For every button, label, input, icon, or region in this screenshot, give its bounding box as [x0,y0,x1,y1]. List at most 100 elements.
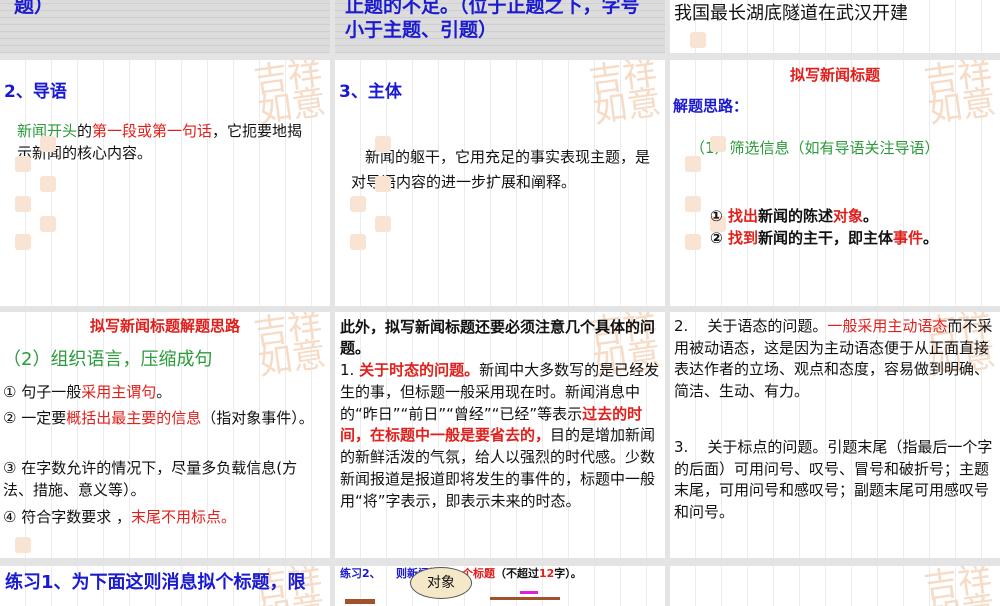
text-segment: 解题思路： [673,97,749,115]
stamp-decoration [15,156,31,172]
text-segment: 3. 关于标点的问题。引题末尾（指最后一个字的后面）可用问号、叹号、冒号和破折号… [674,438,993,522]
text-segment: （2）组织语言，压缩成句 [3,349,213,370]
slide-text: 练习2、 则新闻拟写一个标题（不超过12字）。 [340,566,640,582]
text-segment: 小于主题、引题） [345,19,498,41]
text-segment: 1. [340,361,360,379]
slide-text: 1. 关于时态的问题。新闻中大多数写的是已经发生的事，但标题一般采用现在时。新闻… [340,360,660,513]
slide-heading: 2、导语 [4,81,67,103]
slide-text: 新闻的躯干，它用充足的事实表现主题，是对导语内容的进一步扩展和阐释。 [351,145,659,195]
stamp-decoration [685,234,701,250]
slide-thumbnail-1[interactable]: 题） [0,0,330,53]
text-segment: 。 [922,229,938,247]
text-segment: 新闻的陈述 [757,207,833,225]
slide-list-item: ① 句子一般采用主谓句。 [3,381,323,403]
stamp-decoration [685,156,701,172]
text-segment: ① [710,207,728,225]
stamp-decoration [15,537,31,553]
slide-title: 拟写新闻标题解题思路 [0,315,330,337]
stamp-decoration [40,136,56,152]
text-segment: ② 一定要 [3,409,67,427]
text-segment: 我国最长湖底隧道在武汉开建 [674,3,908,24]
text-segment: 新闻的主干，即主体 [757,229,893,247]
callout-cloud: 对象 [410,567,472,599]
stamp-decoration [710,136,726,152]
slide-thumbnail-9[interactable]: 吉祥 如意 2. 关于语态的问题。一般采用主动语态而不采用被动语态，这是因为主动语… [670,312,1000,558]
slide-list-item: ③ 在字数允许的情况下，尽量多负载信息(方法、措施、意义等）。 [3,457,323,501]
stamp-decoration [685,196,701,212]
slide-list-item: ② 一定要概括出最主要的信息（指对象事件）。 [3,407,323,429]
text-segment: 12 [538,567,555,580]
slide-text: 止题的不足。（位于正题之下，字号 [345,0,640,18]
slide-thumbnail-2[interactable]: 止题的不足。（位于正题之下，字号 小于主题、引题） [335,0,665,53]
text-segment: 采用主谓句 [81,383,157,401]
stamp-decoration [15,234,31,250]
slide-text: （1）筛选信息（如有导语关注导语） [686,137,986,159]
slide-thumbnail-3[interactable]: 我国最长湖底隧道在武汉开建 [670,0,1000,53]
text-segment: 新闻的躯干，它用充足的事实表现主题，是对导语内容的进一步扩展和阐释。 [351,148,651,191]
text-segment: ② [710,229,728,247]
text-segment: ③ 在字数允许的情况下，尽量多负载信息(方法、措施、意义等）。 [3,459,298,499]
text-segment: 题） [14,0,54,17]
slide-text: 小于主题、引题） [345,18,497,42]
slide-thumbnail-6[interactable]: 吉祥 如意 拟写新闻标题 解题思路： （1）筛选信息（如有导语关注导语） ① 找出… [670,60,1000,306]
text-segment: 字）。 [554,567,582,580]
text-segment: 找到 [727,229,758,247]
watermark-logo: 吉祥如意 [586,60,664,132]
slide-heading: 3、主体 [339,81,402,103]
slide-text: 2. 关于语态的问题。一般采用主动语态而不采用被动语态，这是因为主动语态便于从正… [674,316,996,403]
text-segment: 练习1、为下面这则消息拟个标题，限 [5,572,306,593]
stamp-decoration [375,176,391,192]
slide-text: 3. 关于标点的问题。引题末尾（指最后一个字的后面）可用问号、叹号、冒号和破折号… [674,437,996,524]
text-segment: 关于时态的问题。 [359,361,480,379]
slide-text: 我国最长湖底隧道在武汉开建 [674,3,908,25]
text-segment: 拟写新闻标题解题思路 [89,317,240,335]
stamp-decoration [375,136,391,152]
highlight-mark [520,591,538,594]
text-segment: ① 句子一般 [3,383,82,401]
text-segment: 2、导语 [4,82,67,102]
slide-thumbnail-7[interactable]: 吉祥 如意 拟写新闻标题解题思路 （2）组织语言，压缩成句 ① 句子一般采用主谓句… [0,312,330,558]
slide-heading: 此外，拟写新闻标题还要必须注意几个具体的问题。 [340,317,660,359]
watermark-logo: 吉祥如意 [251,60,329,132]
text-segment: ④ 符合字数要求 ， [3,508,131,526]
text-segment: 第一段或第一句话 [92,122,213,140]
slide-thumbnail-4[interactable]: 吉祥 如意 2、导语 新闻开头的第一段或第一句话，它扼要地揭示新闻的核心内容。 [0,60,330,306]
slide-thumbnail-10[interactable]: 吉祥如意 练习1、为下面这则消息拟个标题，限 [0,566,330,606]
text-segment: 此外，拟写新闻标题还要必须注意几个具体的问题。 [340,318,656,357]
slide-thumbnail-11[interactable]: 练习2、 则新闻拟写一个标题（不超过12字）。 [335,566,665,606]
slide-list-item: ② 找到新闻的主干，即主体事件。 [710,227,938,249]
text-segment: 末尾不用标点。 [130,508,236,526]
slide-list-item: ① 找出新闻的陈述对象。 [710,205,878,227]
text-segment: 事件 [892,229,923,247]
stamp-decoration [375,216,391,232]
text-segment: （1）筛选信息（如有导语关注导语） [690,139,940,157]
slide-thumbnail-12[interactable]: 吉祥如意 [670,566,1000,606]
text-segment: （不超过 [494,567,539,580]
slide-text: 题） [14,0,54,16]
slide-heading: （2）组织语言，压缩成句 [3,349,212,371]
slide-thumbnail-5[interactable]: 吉祥 如意 3、主体 新闻的躯干，它用充足的事实表现主题，是对导语内容的进一步扩展… [335,60,665,306]
stamp-decoration [350,234,366,250]
text-segment: 找出 [727,207,758,225]
stamp-decoration [40,176,56,192]
stamp-decoration [690,32,706,48]
text-segment: 。 [156,383,172,401]
slide-heading: 解题思路： [673,95,748,117]
text-segment: 对象 [832,207,863,225]
stamp-decoration [15,196,31,212]
stamp-decoration [40,216,56,232]
slide-list-item: ④ 符合字数要求 ，末尾不用标点。 [3,506,323,528]
stamp-decoration [350,196,366,212]
text-segment: 练习2、 [340,567,381,580]
text-segment: 3、主体 [339,82,402,102]
slide-thumbnail-8[interactable]: 吉祥 如意 此外，拟写新闻标题还要必须注意几个具体的问题。 1. 关于时态的问题。… [335,312,665,558]
text-segment: 概括出最主要的信息 [66,409,202,427]
text-segment: 2. 关于语态的问题。 [674,317,828,335]
slide-heading: 练习1、为下面这则消息拟个标题，限 [5,572,306,594]
text-segment: 。 [862,207,878,225]
slide-text: 新闻开头的第一段或第一句话，它扼要地揭示新闻的核心内容。 [17,120,317,164]
text-segment: 拟写新闻标题 [789,66,880,84]
text-segment: （指对象事件）。 [201,409,314,427]
slide-title: 拟写新闻标题 [670,64,1000,86]
text-segment: 止题的不足。（位于正题之下，字号 [345,0,640,17]
